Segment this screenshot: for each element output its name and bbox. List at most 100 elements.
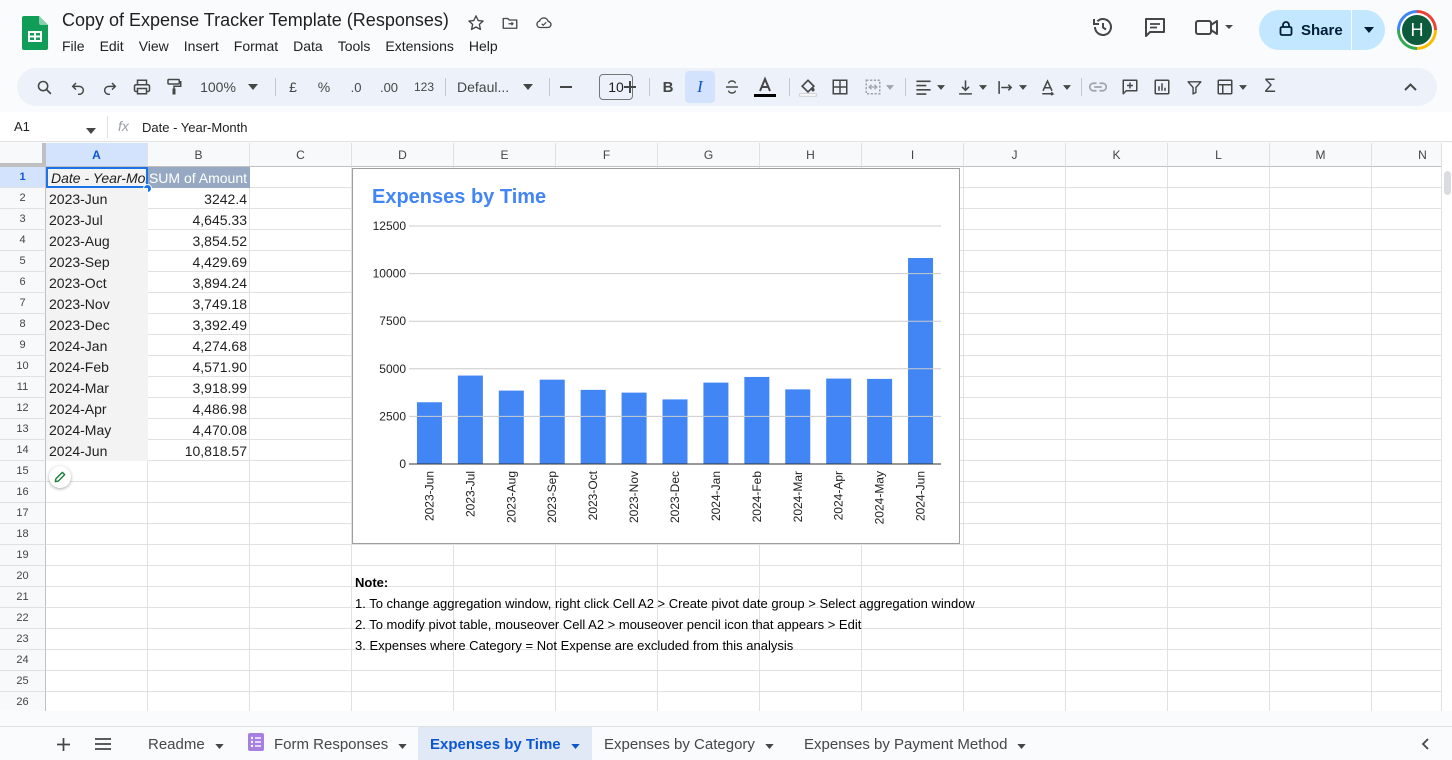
- decrease-font-size-icon[interactable]: [557, 68, 575, 106]
- meet-icon[interactable]: [1194, 14, 1234, 40]
- strikethrough-icon[interactable]: [721, 68, 743, 106]
- cell-month[interactable]: 2023-Jul: [46, 209, 148, 230]
- functions-icon[interactable]: Σ: [1259, 68, 1281, 106]
- row-header-7[interactable]: 7: [0, 293, 46, 314]
- row-header-25[interactable]: 25: [0, 671, 46, 692]
- tab-readme[interactable]: Readme: [132, 727, 240, 760]
- cell-month[interactable]: 2024-Feb: [46, 356, 148, 377]
- row-header-8[interactable]: 8: [0, 314, 46, 335]
- paint-format-icon[interactable]: [163, 68, 185, 106]
- row-header-2[interactable]: 2: [0, 188, 46, 209]
- column-header-d[interactable]: D: [352, 143, 454, 167]
- share-dropdown-icon[interactable]: [1352, 27, 1385, 33]
- cell-month[interactable]: 2023-Sep: [46, 251, 148, 272]
- select-all-corner[interactable]: [0, 143, 46, 167]
- all-sheets-menu-icon[interactable]: [92, 727, 114, 760]
- comments-icon[interactable]: [1142, 14, 1168, 40]
- row-header-15[interactable]: 15: [0, 461, 46, 482]
- column-header-a[interactable]: A: [46, 143, 148, 167]
- text-rotation-icon[interactable]: [1037, 68, 1073, 106]
- filter-views-icon[interactable]: [1213, 68, 1249, 106]
- cell-month[interactable]: 2024-Mar: [46, 377, 148, 398]
- chart-bar[interactable]: [457, 375, 483, 464]
- insert-link-icon[interactable]: [1087, 68, 1109, 106]
- horizontal-align-icon[interactable]: [913, 68, 947, 106]
- column-header-l[interactable]: L: [1168, 143, 1270, 167]
- expenses-chart[interactable]: Expenses by Time 0 2500 5000 7500 10000 12500…: [352, 168, 960, 544]
- row-header-22[interactable]: 22: [0, 608, 46, 629]
- document-title[interactable]: Copy of Expense Tracker Template (Respon…: [62, 10, 449, 31]
- column-header-n[interactable]: N: [1372, 143, 1444, 167]
- row-header-13[interactable]: 13: [0, 419, 46, 440]
- column-header-h[interactable]: H: [760, 143, 862, 167]
- row-header-10[interactable]: 10: [0, 356, 46, 377]
- cell-amount[interactable]: 4,274.68: [148, 335, 250, 356]
- menu-insert[interactable]: Insert: [184, 38, 226, 54]
- row-header-9[interactable]: 9: [0, 335, 46, 356]
- row-header-24[interactable]: 24: [0, 650, 46, 671]
- cell-amount[interactable]: 3242.4: [148, 188, 250, 209]
- chevron-down-icon[interactable]: [570, 736, 580, 753]
- print-icon[interactable]: [131, 68, 153, 106]
- cell-amount[interactable]: 10,818.57: [148, 440, 250, 461]
- tab-expenses-by-category[interactable]: Expenses by Category: [590, 727, 788, 760]
- bold-icon[interactable]: B: [657, 68, 679, 106]
- zoom-select[interactable]: 100%: [197, 68, 261, 106]
- edit-pivot-pencil-icon[interactable]: [49, 466, 71, 488]
- row-header-4[interactable]: 4: [0, 230, 46, 251]
- scroll-tabs-left-icon[interactable]: [1414, 727, 1436, 760]
- cell-amount[interactable]: 3,749.18: [148, 293, 250, 314]
- chart-bar[interactable]: [580, 389, 606, 464]
- chart-bar[interactable]: [498, 390, 524, 464]
- row-header-17[interactable]: 17: [0, 503, 46, 524]
- menu-format[interactable]: Format: [234, 38, 285, 54]
- menu-file[interactable]: File: [62, 38, 92, 54]
- chart-bar[interactable]: [867, 378, 893, 464]
- cell-month[interactable]: 2024-Jun: [46, 440, 148, 461]
- increase-font-size-icon[interactable]: [621, 68, 639, 106]
- cell-amount[interactable]: 4,645.33: [148, 209, 250, 230]
- menu-view[interactable]: View: [139, 38, 176, 54]
- cell-month[interactable]: 2023-Nov: [46, 293, 148, 314]
- cell-amount[interactable]: 3,894.24: [148, 272, 250, 293]
- chevron-down-icon[interactable]: [765, 736, 774, 753]
- cell-month[interactable]: 2023-Jun: [46, 188, 148, 209]
- menu-help[interactable]: Help: [469, 38, 505, 54]
- chart-bar[interactable]: [785, 389, 811, 464]
- decrease-decimal-button[interactable]: .0: [343, 68, 369, 106]
- menu-edit[interactable]: Edit: [100, 38, 131, 54]
- vertical-scrollbar[interactable]: [1441, 143, 1452, 711]
- cell-month[interactable]: 2023-Oct: [46, 272, 148, 293]
- chart-bar[interactable]: [703, 382, 729, 464]
- version-history-icon[interactable]: [1090, 14, 1116, 40]
- cell-amount[interactable]: 3,854.52: [148, 230, 250, 251]
- vertical-align-icon[interactable]: [955, 68, 989, 106]
- row-header-16[interactable]: 16: [0, 482, 46, 503]
- increase-decimal-button[interactable]: .00: [375, 68, 403, 106]
- fill-color-icon[interactable]: [797, 68, 819, 106]
- more-formats-button[interactable]: 123: [411, 68, 437, 106]
- cell-amount[interactable]: 4,486.98: [148, 398, 250, 419]
- column-header-c[interactable]: C: [250, 143, 352, 167]
- share-button[interactable]: Share: [1259, 10, 1385, 50]
- chart-bar[interactable]: [826, 378, 852, 464]
- cell-month[interactable]: 2023-Dec: [46, 314, 148, 335]
- cell-amount[interactable]: 3,918.99: [148, 377, 250, 398]
- cell-a1[interactable]: Date - Year-Month: [46, 167, 148, 188]
- text-color-icon[interactable]: [753, 68, 777, 106]
- chevron-down-icon[interactable]: [398, 736, 407, 753]
- cell-amount[interactable]: 4,470.08: [148, 419, 250, 440]
- column-header-k[interactable]: K: [1066, 143, 1168, 167]
- menu-data[interactable]: Data: [293, 38, 330, 54]
- cell-month[interactable]: 2023-Aug: [46, 230, 148, 251]
- row-header-6[interactable]: 6: [0, 272, 46, 293]
- redo-icon[interactable]: [99, 68, 121, 106]
- chart-bar[interactable]: [416, 402, 442, 464]
- chevron-down-icon[interactable]: [215, 736, 224, 753]
- row-header-20[interactable]: 20: [0, 566, 46, 587]
- cell-month[interactable]: 2024-Jan: [46, 335, 148, 356]
- percent-format-button[interactable]: %: [314, 68, 334, 106]
- row-header-26[interactable]: 26: [0, 692, 46, 711]
- insert-chart-icon[interactable]: [1151, 68, 1173, 106]
- vertical-scroll-thumb[interactable]: [1444, 171, 1451, 195]
